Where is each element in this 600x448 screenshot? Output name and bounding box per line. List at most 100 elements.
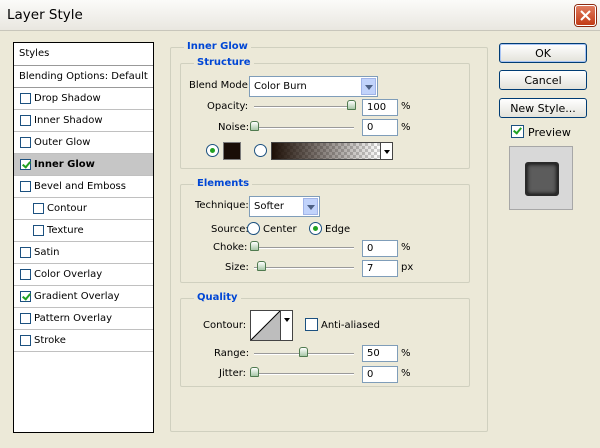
contour-checkbox[interactable] <box>33 203 44 214</box>
blend-mode-select[interactable]: Color Burn <box>249 76 378 97</box>
glow-gradient-picker[interactable] <box>271 142 381 160</box>
preview-label[interactable]: Preview <box>528 126 571 139</box>
technique-value: Softer <box>254 201 284 212</box>
noise-slider-thumb[interactable] <box>250 121 259 131</box>
ok-button[interactable]: OK <box>499 43 587 63</box>
contour-picker[interactable] <box>250 310 281 341</box>
style-item-color-overlay[interactable]: Color Overlay <box>14 264 153 286</box>
glow-color-swatch[interactable] <box>223 142 241 160</box>
pattern-overlay-checkbox[interactable] <box>20 313 31 324</box>
bevel-emboss-checkbox[interactable] <box>20 181 31 192</box>
jitter-input[interactable]: 0 <box>362 366 398 383</box>
solid-color-radio[interactable] <box>206 144 219 157</box>
style-item-label: Texture <box>47 225 84 236</box>
cancel-button[interactable]: Cancel <box>499 70 587 90</box>
anti-aliased-label[interactable]: Anti-aliased <box>321 320 380 331</box>
inner-glow-title: Inner Glow <box>184 41 251 52</box>
jitter-slider-thumb[interactable] <box>250 367 259 377</box>
style-item-label: Inner Shadow <box>34 115 103 126</box>
technique-label: Technique: <box>195 200 249 211</box>
close-icon <box>580 10 591 21</box>
choke-label: Choke: <box>213 242 248 253</box>
range-input[interactable]: 50 <box>362 345 398 362</box>
style-item-label: Inner Glow <box>34 159 95 170</box>
style-item-pattern-overlay[interactable]: Pattern Overlay <box>14 308 153 330</box>
source-label: Source: <box>211 224 249 235</box>
noise-unit: % <box>401 122 411 133</box>
style-item-bevel-emboss[interactable]: Bevel and Emboss <box>14 176 153 198</box>
range-slider-thumb[interactable] <box>299 347 308 357</box>
style-item-label: Outer Glow <box>34 137 91 148</box>
blend-mode-value: Color Burn <box>254 81 307 92</box>
style-item-drop-shadow[interactable]: Drop Shadow <box>14 88 153 110</box>
opacity-slider-track[interactable] <box>254 106 354 108</box>
chevron-down-icon[interactable] <box>361 78 376 95</box>
styles-header[interactable]: Styles <box>14 43 153 66</box>
style-item-label: Color Overlay <box>34 269 103 280</box>
drop-shadow-checkbox[interactable] <box>20 93 31 104</box>
satin-checkbox[interactable] <box>20 247 31 258</box>
choke-slider-thumb[interactable] <box>250 241 259 251</box>
style-item-label: Contour <box>47 203 87 214</box>
style-item-inner-glow[interactable]: Inner Glow <box>14 154 153 176</box>
size-slider-thumb[interactable] <box>257 261 266 271</box>
styles-list: Styles Blending Options: Default Drop Sh… <box>13 42 154 433</box>
inner-shadow-checkbox[interactable] <box>20 115 31 126</box>
style-item-inner-shadow[interactable]: Inner Shadow <box>14 110 153 132</box>
blend-mode-label: Blend Mode: <box>189 80 252 91</box>
noise-input[interactable]: 0 <box>362 119 398 136</box>
source-edge-radio[interactable] <box>309 222 322 235</box>
style-item-gradient-overlay[interactable]: Gradient Overlay <box>14 286 153 308</box>
structure-title: Structure <box>194 57 254 68</box>
technique-select[interactable]: Softer <box>249 196 320 217</box>
outer-glow-checkbox[interactable] <box>20 137 31 148</box>
style-item-stroke[interactable]: Stroke <box>14 330 153 352</box>
jitter-slider-track[interactable] <box>254 373 354 375</box>
style-item-contour[interactable]: Contour <box>14 198 153 220</box>
texture-checkbox[interactable] <box>33 225 44 236</box>
style-item-outer-glow[interactable]: Outer Glow <box>14 132 153 154</box>
quality-title: Quality <box>194 292 241 303</box>
range-unit: % <box>401 348 411 359</box>
size-slider-track[interactable] <box>254 267 354 269</box>
opacity-label: Opacity: <box>207 101 249 112</box>
size-input[interactable]: 7 <box>362 260 398 277</box>
title-bar: Layer Style <box>0 0 600 31</box>
style-item-label: Bevel and Emboss <box>34 181 126 192</box>
anti-aliased-checkbox[interactable] <box>305 318 318 331</box>
source-center-radio[interactable] <box>247 222 260 235</box>
style-item-label: Satin <box>34 247 60 258</box>
source-center-label[interactable]: Center <box>263 224 297 235</box>
noise-slider-track[interactable] <box>254 127 354 129</box>
inner-glow-checkbox[interactable] <box>20 159 31 170</box>
contour-curve-icon <box>250 310 281 341</box>
choke-input[interactable]: 0 <box>362 240 398 257</box>
gradient-overlay-checkbox[interactable] <box>20 291 31 302</box>
source-edge-label[interactable]: Edge <box>325 224 350 235</box>
new-style-button[interactable]: New Style... <box>499 98 587 118</box>
chevron-down-icon[interactable] <box>303 198 318 215</box>
choke-slider-track[interactable] <box>254 247 354 249</box>
style-item-texture[interactable]: Texture <box>14 220 153 242</box>
gradient-dropdown-arrow[interactable] <box>381 142 393 160</box>
style-item-satin[interactable]: Satin <box>14 242 153 264</box>
opacity-slider-thumb[interactable] <box>347 100 356 110</box>
blending-options[interactable]: Blending Options: Default <box>14 66 153 88</box>
contour-dropdown-arrow[interactable] <box>281 310 293 341</box>
window-title: Layer Style <box>7 7 83 23</box>
color-overlay-checkbox[interactable] <box>20 269 31 280</box>
opacity-unit: % <box>401 101 411 112</box>
style-item-label: Drop Shadow <box>34 93 101 104</box>
gradient-radio[interactable] <box>254 144 267 157</box>
opacity-input[interactable]: 100 <box>362 99 398 116</box>
size-label: Size: <box>225 262 249 273</box>
style-preview <box>509 146 573 210</box>
close-button[interactable] <box>575 5 596 26</box>
noise-label: Noise: <box>218 122 250 133</box>
elements-title: Elements <box>194 178 253 189</box>
choke-unit: % <box>401 242 411 253</box>
stroke-checkbox[interactable] <box>20 335 31 346</box>
preview-swatch <box>525 162 559 196</box>
preview-checkbox[interactable] <box>511 125 524 138</box>
style-item-label: Gradient Overlay <box>34 291 120 302</box>
